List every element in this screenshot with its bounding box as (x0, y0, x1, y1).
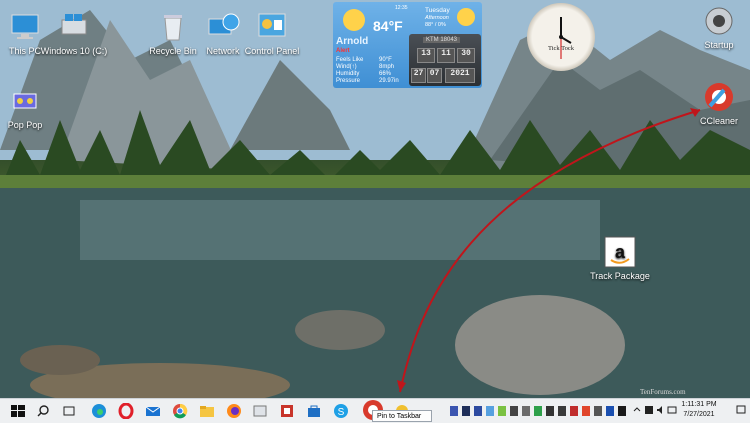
app-icon[interactable] (521, 403, 531, 419)
tray-chevron-icon[interactable] (632, 405, 642, 415)
search-icon[interactable] (35, 403, 51, 419)
taskbar-clock[interactable]: 1:11:31 PM 7/27/2021 (676, 400, 722, 420)
opera-icon[interactable] (118, 403, 134, 419)
drive-icon (61, 14, 87, 35)
network-icon (208, 13, 240, 35)
store-icon[interactable] (306, 403, 322, 419)
weather-row: Pressure 29.97in (336, 78, 399, 84)
weather-row: Humidity 66% (336, 71, 392, 77)
weather-period: Afternoon (425, 15, 449, 21)
pop-pop-icon (13, 93, 37, 109)
weather-day: Tuesday (425, 7, 450, 14)
edge-icon[interactable] (91, 403, 107, 419)
desktop-icon-pop-pop[interactable]: Pop Pop (0, 84, 60, 131)
recycle-bin-icon (164, 15, 182, 41)
clock-brand: Tick Tock (547, 45, 575, 52)
app-icon[interactable] (461, 403, 471, 419)
clock-seconds: 30 (457, 48, 475, 63)
svg-text:S: S (338, 407, 345, 418)
weather-city: Arnold (336, 36, 369, 47)
amazon-icon: a (604, 236, 636, 268)
pin-to-taskbar-tooltip: Pin to Taskbar (372, 410, 432, 422)
windows-start-icon[interactable] (10, 403, 26, 419)
taskbar-time: 1:11:31 PM (681, 401, 717, 408)
taskbar-date: 7/27/2021 (683, 411, 715, 418)
sun-icon (343, 9, 365, 31)
date-month: 07 (427, 68, 442, 83)
clock-face (559, 17, 572, 59)
chrome-icon[interactable] (172, 403, 188, 419)
app-icon[interactable] (449, 403, 459, 419)
app-icon[interactable] (617, 403, 627, 419)
analog-clock-gadget[interactable]: Tick Tock (527, 3, 595, 71)
digital-clock: KTM 18043 13 11 30 27 07 2021 (409, 34, 481, 86)
desktop-icon-label: Track Package (590, 271, 650, 281)
date-year: 2021 (445, 68, 475, 83)
svg-text:a: a (615, 242, 626, 262)
skype-icon[interactable]: S (333, 403, 349, 419)
app-icon[interactable] (497, 403, 507, 419)
computer-icon (11, 14, 39, 39)
mail-icon[interactable] (145, 403, 161, 419)
app-icon[interactable] (545, 403, 555, 419)
app-icon[interactable] (473, 403, 483, 419)
app-icon[interactable] (581, 403, 591, 419)
notification-icon[interactable] (736, 405, 746, 415)
weather-time: 12:35 (395, 5, 408, 11)
weather-temperature: 84°F (373, 18, 403, 34)
task-view-icon[interactable] (61, 403, 77, 419)
tray-app-icon[interactable] (644, 405, 654, 415)
desktop[interactable]: This PC Windows 10 (C:) Recycle Bin Netw… (0, 0, 750, 398)
weather-temp-range: 88° / 0% (425, 22, 446, 28)
desktop-icon-label: Startup (704, 40, 734, 50)
volume-icon[interactable] (656, 405, 666, 415)
desktop-icon-label: CCleaner (699, 116, 739, 126)
desktop-icon-ccleaner[interactable]: CCleaner (684, 80, 750, 127)
weather-gadget[interactable]: 84°F 12:35 Tuesday Afternoon 88° / 0% Ar… (333, 2, 482, 88)
app-icon[interactable] (533, 403, 543, 419)
desktop-icon-windows-drive[interactable]: Windows 10 (C:) (39, 10, 109, 57)
weather-alert[interactable]: Alert (336, 48, 350, 54)
app-icon[interactable] (569, 403, 579, 419)
desktop-icon-control-panel[interactable]: Control Panel (237, 10, 307, 57)
firefox-icon[interactable] (226, 403, 242, 419)
ccleaner-icon (705, 83, 733, 111)
desktop-icon-label: Control Panel (244, 46, 300, 56)
speaker-icon (705, 7, 733, 35)
station-label: KTM 18043 (423, 37, 461, 43)
date-day: 27 (411, 68, 426, 83)
app-icon[interactable] (252, 403, 268, 419)
app-icon[interactable] (593, 403, 603, 419)
app-icon[interactable] (557, 403, 567, 419)
watermark: TenForums.com (640, 388, 686, 396)
clock-minutes: 11 (437, 48, 455, 63)
file-explorer-icon[interactable] (199, 403, 215, 419)
app-icon[interactable] (279, 403, 295, 419)
desktop-icon-startup[interactable]: Startup (684, 4, 750, 51)
app-icon[interactable] (485, 403, 495, 419)
control-panel-icon (258, 13, 286, 37)
weather-row: Wind(↑) 8mph (336, 64, 395, 70)
desktop-icon-label: Pop Pop (7, 120, 43, 130)
desktop-icon-label: Network (206, 46, 240, 56)
desktop-icon-label: This PC (8, 46, 41, 56)
app-icon[interactable] (509, 403, 519, 419)
clock-hours: 13 (417, 48, 435, 63)
desktop-icon-label: Windows 10 (C:) (40, 46, 108, 56)
weather-row: Feels Like 90°F (336, 57, 392, 63)
desktop-icon-track-package[interactable]: a Track Package (585, 235, 655, 282)
app-icon[interactable] (605, 403, 615, 419)
sun-small-icon (457, 8, 475, 26)
